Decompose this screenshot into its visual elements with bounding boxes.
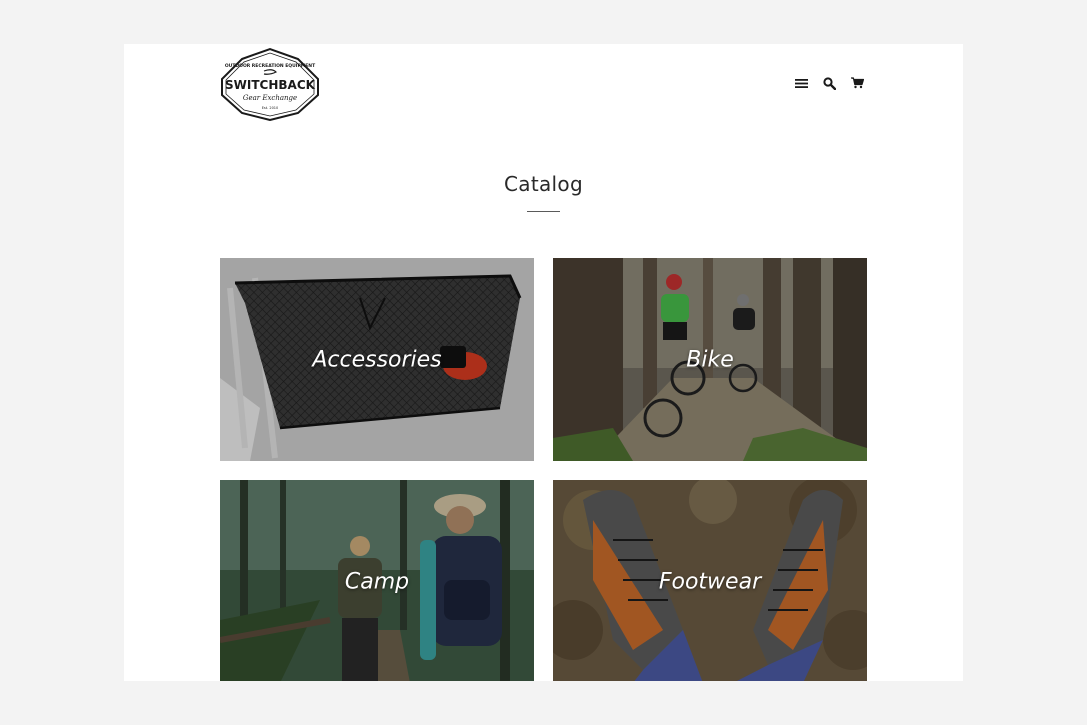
page-title: Catalog [504, 172, 583, 196]
collection-tile-footwear[interactable]: Footwear [553, 480, 867, 681]
collection-tile-bike[interactable]: Bike [553, 258, 867, 461]
cart-icon [850, 77, 864, 89]
header-nav [793, 75, 865, 91]
collection-title: Accessories [312, 347, 442, 372]
collection-tile-accessories[interactable]: Accessories [220, 258, 534, 461]
logo-top-text: OUTDOOR RECREATION EQUIPMENT [225, 63, 316, 69]
collection-title: Camp [344, 569, 410, 594]
logo-est: Est. 2010 [262, 106, 279, 110]
menu-icon [794, 78, 808, 88]
logo-badge: OUTDOOR RECREATION EQUIPMENT SWITCHBACK … [221, 47, 319, 121]
page-container: OUTDOOR RECREATION EQUIPMENT SWITCHBACK … [124, 44, 963, 681]
cart-button[interactable] [849, 75, 865, 91]
logo-tagline: Gear Exchange [243, 94, 297, 102]
search-button[interactable] [821, 75, 837, 91]
menu-button[interactable] [793, 75, 809, 91]
search-icon [822, 76, 836, 90]
title-divider [527, 211, 560, 212]
collection-title: Bike [686, 347, 734, 372]
collection-title: Footwear [658, 569, 762, 594]
site-logo[interactable]: OUTDOOR RECREATION EQUIPMENT SWITCHBACK … [220, 47, 320, 121]
collection-tile-camp[interactable]: Camp [220, 480, 534, 681]
logo-name: SWITCHBACK [225, 78, 316, 92]
